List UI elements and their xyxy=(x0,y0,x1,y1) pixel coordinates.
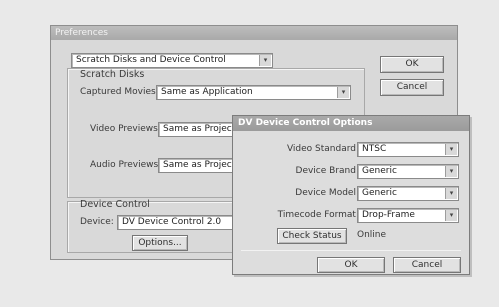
scratch-disks-title: Scratch Disks xyxy=(80,69,145,80)
dv-cancel-button[interactable]: Cancel xyxy=(393,257,461,273)
chevron-down-icon: ▾ xyxy=(337,87,349,98)
captured-movies-select[interactable]: Same as Application ▾ xyxy=(156,85,351,100)
preferences-title: Preferences xyxy=(51,26,457,40)
chevron-down-icon: ▾ xyxy=(445,188,457,199)
dv-ok-label: OK xyxy=(344,260,358,270)
device-value: DV Device Control 2.0 xyxy=(122,217,222,227)
timecode-format-label: Timecode Format: xyxy=(277,210,359,220)
options-button-label: Options... xyxy=(138,238,182,248)
cancel-button[interactable]: Cancel xyxy=(380,79,444,96)
check-status-label: Check Status xyxy=(282,231,342,241)
ok-button[interactable]: OK xyxy=(380,56,444,73)
chevron-down-icon: ▾ xyxy=(445,166,457,177)
video-standard-label: Video Standard: xyxy=(286,144,359,154)
device-brand-value: Generic xyxy=(362,166,397,176)
video-standard-value: NTSC xyxy=(362,144,387,154)
options-button[interactable]: Options... xyxy=(132,235,188,251)
captured-movies-value: Same as Application xyxy=(161,87,253,97)
dv-dialog-title: DV Device Control Options xyxy=(233,116,469,131)
cancel-button-label: Cancel xyxy=(396,82,428,92)
check-status-button[interactable]: Check Status xyxy=(277,228,347,244)
ok-button-label: OK xyxy=(405,59,419,69)
dv-cancel-label: Cancel xyxy=(411,260,443,270)
device-model-select[interactable]: Generic ▾ xyxy=(357,186,459,201)
video-standard-select[interactable]: NTSC ▾ xyxy=(357,142,459,157)
audio-previews-label: Audio Previews: xyxy=(90,160,162,170)
chevron-down-icon: ▾ xyxy=(445,144,457,155)
device-model-value: Generic xyxy=(362,188,397,198)
device-label: Device: xyxy=(80,217,114,227)
captured-movies-label: Captured Movies: xyxy=(80,87,159,97)
section-select[interactable]: Scratch Disks and Device Control ▾ xyxy=(71,53,273,68)
status-value: Online xyxy=(357,230,387,240)
dv-device-control-dialog: DV Device Control Options Video Standard… xyxy=(232,115,470,275)
dv-ok-button[interactable]: OK xyxy=(317,257,385,273)
video-previews-label: Video Previews: xyxy=(90,124,161,134)
timecode-format-value: Drop-Frame xyxy=(362,210,415,220)
device-model-label: Device Model: xyxy=(295,188,359,198)
device-control-title: Device Control xyxy=(80,199,150,210)
timecode-format-select[interactable]: Drop-Frame ▾ xyxy=(357,208,459,223)
dialog-separator xyxy=(241,250,461,251)
chevron-down-icon: ▾ xyxy=(259,55,271,66)
section-select-value: Scratch Disks and Device Control xyxy=(76,55,226,65)
chevron-down-icon: ▾ xyxy=(445,210,457,221)
device-brand-label: Device Brand: xyxy=(295,166,359,176)
device-brand-select[interactable]: Generic ▾ xyxy=(357,164,459,179)
